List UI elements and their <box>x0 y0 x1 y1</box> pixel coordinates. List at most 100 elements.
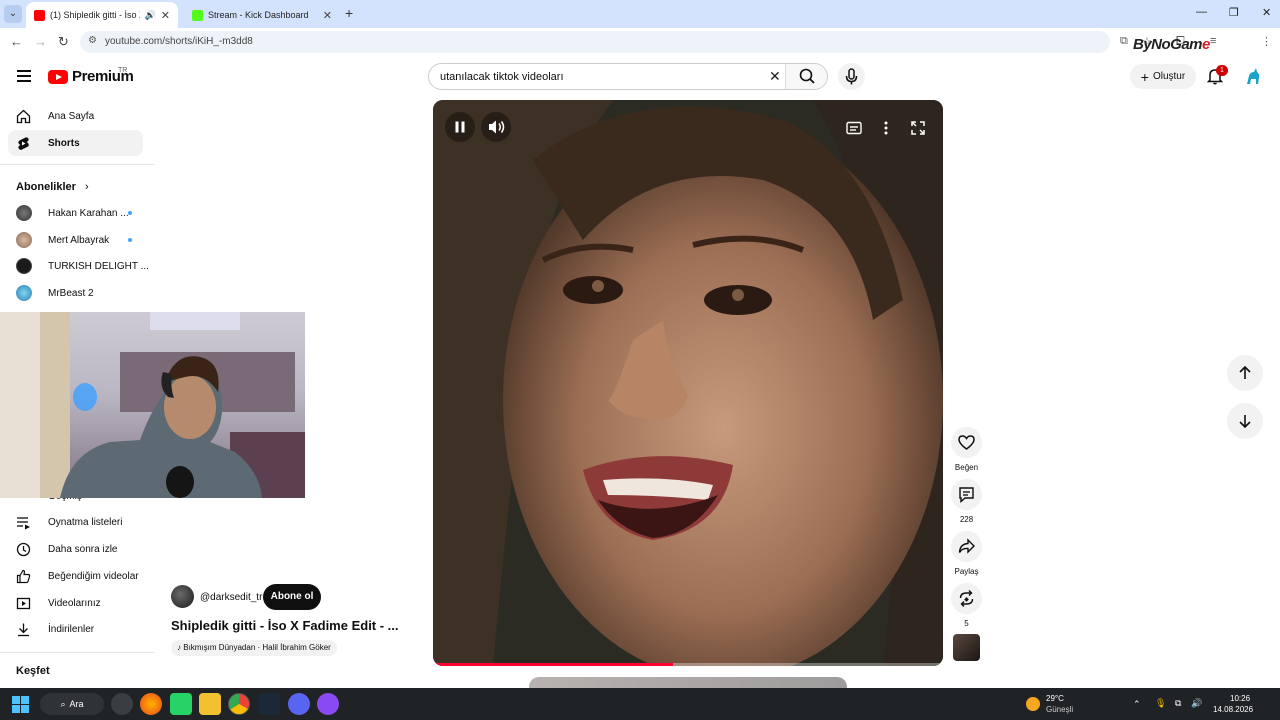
tab-title: (1) Shipledik gitti - İso X Fad <box>50 10 140 20</box>
taskbar-search[interactable]: ⌕ Ara <box>40 693 104 715</box>
clear-search-icon[interactable]: ✕ <box>769 68 781 85</box>
file-explorer-icon[interactable] <box>199 693 221 715</box>
sidebar-item-watch-later[interactable]: Daha sonra izle <box>8 536 143 562</box>
captions-icon[interactable] <box>845 119 863 137</box>
weather-description[interactable]: Güneşli <box>1046 705 1073 714</box>
chevron-up-icon[interactable]: ⌃ <box>1133 699 1141 710</box>
windows-start-icon[interactable] <box>12 696 29 713</box>
like-button[interactable] <box>951 427 982 458</box>
guide-menu-icon[interactable] <box>17 70 31 82</box>
sidebar-item-liked-videos[interactable]: Beğendiğim videolar <box>8 563 143 589</box>
explore-heading: Keşfet <box>16 665 50 677</box>
whatsapp-icon[interactable] <box>170 693 192 715</box>
search-input[interactable]: utanılacak tiktok videoları <box>440 71 564 83</box>
site-info-icon[interactable]: ⚙ <box>88 35 97 46</box>
channel-avatar[interactable] <box>171 585 194 608</box>
sidebar-subscription-item[interactable]: MrBeast 2 <box>8 280 143 306</box>
like-label: Beğen <box>954 463 979 472</box>
search-box[interactable]: utanılacak tiktok videoları ✕ <box>428 63 828 90</box>
subscription-label: Mert Albayrak <box>48 235 110 246</box>
sidebar-item-label: Shorts <box>48 138 80 149</box>
share-action[interactable]: Paylaş <box>951 531 982 576</box>
search-button[interactable] <box>785 64 827 89</box>
notifications-button[interactable]: 1 <box>1206 65 1228 90</box>
clock-date[interactable]: 14.08.2026 <box>1213 705 1253 714</box>
channel-handle[interactable]: @darksedit_tr <box>200 592 262 603</box>
share-icon <box>958 538 975 554</box>
url-text[interactable]: youtube.com/shorts/iKiH_-m3dd8 <box>105 36 253 47</box>
sidebar-item-shorts[interactable]: Shorts <box>8 130 143 156</box>
forward-icon[interactable]: → <box>34 34 47 49</box>
account-avatar[interactable] <box>1243 66 1263 86</box>
video-progress-bar[interactable] <box>433 663 943 666</box>
sidebar-item-home[interactable]: Ana Sayfa <box>8 103 143 129</box>
shorts-video-player[interactable] <box>433 100 943 666</box>
more-options-icon[interactable] <box>877 119 895 137</box>
speaker-icon[interactable]: 🔊 <box>1191 698 1202 709</box>
voice-search-button[interactable] <box>838 63 865 90</box>
pause-button[interactable] <box>445 112 475 142</box>
webcam-scene <box>0 312 305 498</box>
like-action[interactable]: Beğen <box>951 427 982 472</box>
share-label: Paylaş <box>954 567 979 576</box>
webcam-overlay <box>0 312 305 498</box>
sidebar-item-label: İndirilenler <box>48 624 95 635</box>
fullscreen-icon[interactable] <box>909 119 927 137</box>
microphone-tray-icon[interactable]: 🎙 <box>1155 698 1166 709</box>
close-tab-icon[interactable]: ✕ <box>161 9 170 22</box>
sidebar-item-downloads[interactable]: İndirilenler <box>8 616 143 642</box>
sun-weather-icon[interactable] <box>1026 697 1040 711</box>
tab-youtube[interactable]: (1) Shipledik gitti - İso X Fad 🔊 ✕ <box>26 2 178 28</box>
minimize-icon[interactable]: — <box>1196 6 1207 18</box>
remix-button[interactable]: ◆ <box>951 583 982 614</box>
share-button[interactable] <box>951 531 982 562</box>
reload-icon[interactable]: ↻ <box>58 34 69 50</box>
sidebar-item-playlists[interactable]: Oynatma listeleri <box>8 509 143 535</box>
short-title[interactable]: Shipledik gitti - İso X Fadime Edit - ..… <box>171 618 399 633</box>
restore-icon[interactable]: ❐ <box>1229 6 1239 19</box>
close-tab-icon[interactable]: ✕ <box>323 9 332 22</box>
chevron-right-icon: › <box>84 181 89 193</box>
weather-temperature[interactable]: 29°C <box>1046 694 1064 703</box>
remix-action[interactable]: ◆ 5 <box>951 583 982 628</box>
chrome-menu-icon[interactable]: ⋮ <box>1261 35 1272 48</box>
steam-icon[interactable] <box>258 693 280 715</box>
sidebar-item-label: Ana Sayfa <box>48 111 95 122</box>
subscribe-button[interactable]: Abone ol <box>263 584 321 610</box>
previous-short-button[interactable] <box>1227 355 1263 391</box>
sidebar-item-your-videos[interactable]: Videolarınız <box>8 590 143 616</box>
youtube-premium-logo[interactable]: Premium TR <box>48 67 134 85</box>
comments-button[interactable] <box>951 479 982 510</box>
back-icon[interactable]: ← <box>10 34 23 49</box>
subscriptions-heading[interactable]: Abonelikler › <box>16 181 89 193</box>
sidebar-subscription-item[interactable]: Mert Albayrak <box>8 227 143 253</box>
tab-kick-dashboard[interactable]: Stream - Kick Dashboard ✕ <box>184 2 340 28</box>
music-chip[interactable]: ♪ Bıkmışım Dünyadan · Halil İbrahim Göke… <box>171 640 337 656</box>
install-app-icon[interactable]: ⧉ <box>1120 35 1128 48</box>
clock-time[interactable]: 10:26 <box>1230 694 1250 703</box>
new-content-dot <box>128 238 132 242</box>
network-icon[interactable]: ⧉ <box>1175 698 1181 709</box>
audio-playing-icon[interactable]: 🔊 <box>145 10 156 21</box>
next-short-button[interactable] <box>1227 403 1263 439</box>
address-bar[interactable]: ⚙ youtube.com/shorts/iKiH_-m3dd8 <box>80 31 1110 53</box>
new-tab-button[interactable]: + <box>345 5 353 21</box>
volume-icon <box>489 120 505 134</box>
sidebar-subscription-item[interactable]: TURKISH DELIGHT ... <box>8 253 149 279</box>
comments-action[interactable]: 228 <box>951 479 982 524</box>
close-window-icon[interactable]: ✕ <box>1262 6 1271 19</box>
tab-search-menu-button[interactable]: ⌄ <box>4 5 22 23</box>
sidebar-subscription-item[interactable]: Hakan Karahan ... <box>8 200 143 226</box>
discord-icon[interactable] <box>288 693 310 715</box>
reading-list-icon[interactable]: ≡ <box>1210 35 1216 47</box>
volume-button[interactable] <box>481 112 511 142</box>
chrome-icon[interactable] <box>228 693 250 715</box>
create-button[interactable]: + Oluştur <box>1130 64 1196 89</box>
download-icon <box>18 623 29 637</box>
firefox-icon[interactable] <box>140 693 162 715</box>
app-icon[interactable] <box>317 693 339 715</box>
channel-avatar <box>16 232 32 248</box>
audio-source-thumbnail[interactable] <box>953 634 980 661</box>
github-desktop-icon[interactable] <box>111 693 133 715</box>
youtube-play-logo-icon <box>48 69 68 84</box>
